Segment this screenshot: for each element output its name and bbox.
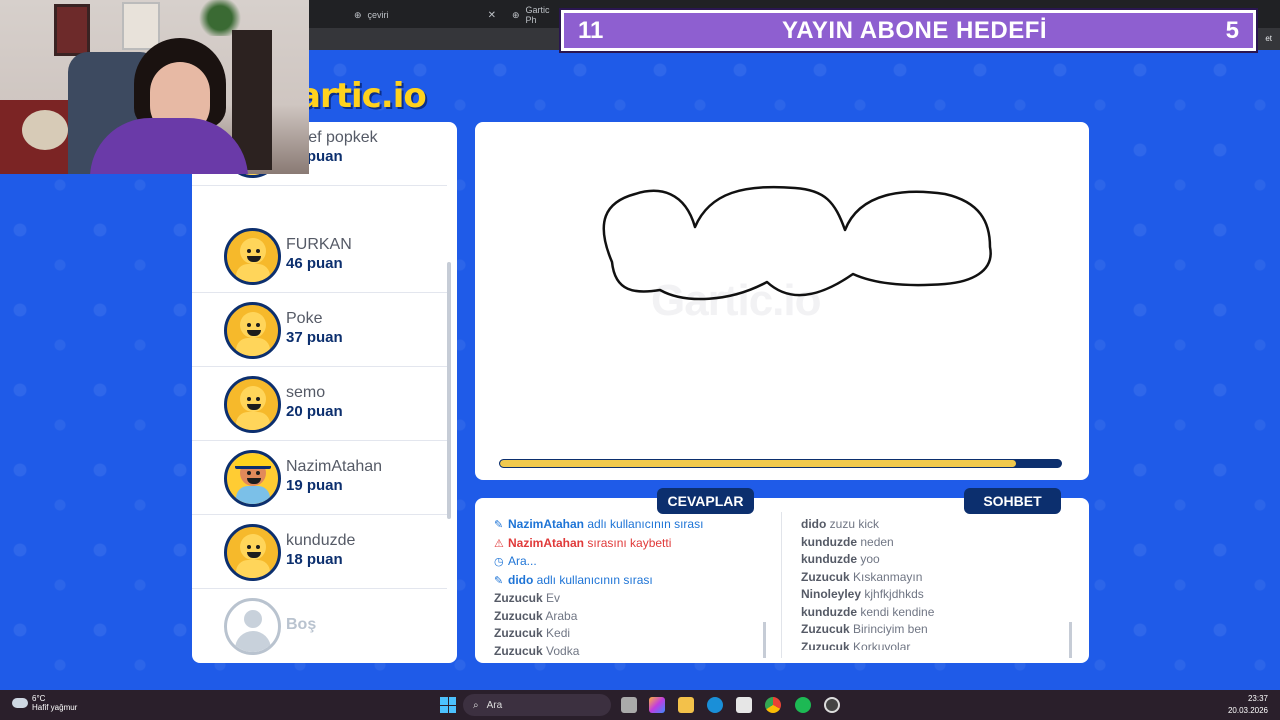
player-name: Boş bbox=[286, 616, 317, 633]
store-icon[interactable] bbox=[736, 697, 752, 713]
player-list-scrollbar[interactable] bbox=[447, 262, 451, 519]
player-name: kunduzde bbox=[286, 532, 356, 549]
list-item: dido zuzu kick bbox=[801, 517, 880, 531]
list-item: kunduzde neden bbox=[801, 534, 894, 549]
avatar bbox=[224, 450, 281, 507]
list-item: ⚠ NazimAtahan sırasını kaybetti bbox=[494, 535, 764, 554]
taskbar-search[interactable]: ⌕ Ara bbox=[463, 694, 611, 716]
avatar bbox=[224, 302, 281, 359]
player-row: FURKAN 46 puan bbox=[192, 219, 447, 293]
pencil-icon: ✎ bbox=[494, 574, 504, 587]
search-placeholder: Ara bbox=[486, 699, 503, 711]
answers-scrollbar[interactable] bbox=[763, 622, 766, 658]
clock-date: 20.03.2026 bbox=[1227, 706, 1268, 715]
windows-start-icon[interactable] bbox=[440, 697, 456, 713]
player-name: FURKAN bbox=[286, 236, 352, 253]
goal-target: 5 bbox=[1225, 16, 1239, 44]
toolbar-text: et bbox=[1265, 34, 1272, 43]
cloud-drawing bbox=[602, 185, 992, 301]
list-item: Ninoleyley kjhfkjdhkds bbox=[801, 587, 924, 601]
goal-title: YAYIN ABONE HEDEFİ bbox=[781, 16, 1048, 44]
warning-icon: ⚠ bbox=[494, 537, 504, 550]
player-name: Poke bbox=[286, 310, 323, 327]
list-item: Zuzucuk Kedi bbox=[494, 626, 571, 640]
goal-current: 11 bbox=[578, 16, 604, 44]
list-item: kunduzde kendi kendine bbox=[801, 604, 935, 619]
search-icon: ⌕ bbox=[473, 699, 479, 711]
player-row: semo 20 puan bbox=[192, 367, 447, 441]
gartic-logo: artic.io bbox=[298, 76, 427, 116]
player-row: kunduzde 18 puan bbox=[192, 515, 447, 589]
empty-avatar-icon bbox=[224, 598, 281, 655]
drawing-canvas[interactable]: Gartic.io bbox=[475, 122, 1089, 480]
list-item: Zuzucuk Vodka bbox=[494, 643, 580, 658]
system-clock[interactable]: 23:37 20.03.2026 bbox=[1228, 693, 1268, 717]
timer-progress-fill bbox=[500, 460, 1017, 467]
file-explorer-icon[interactable] bbox=[678, 697, 694, 713]
chat-list: dido zuzu kick kunduzde neden kunduzde y… bbox=[801, 506, 1071, 650]
player-row: Poke 37 puan bbox=[192, 293, 447, 367]
player-score: 18 puan bbox=[286, 551, 343, 568]
clock-time: 23:37 bbox=[1247, 694, 1268, 703]
list-item: ✎ dido adlı kullanıcının sırası bbox=[494, 572, 764, 591]
chrome-icon[interactable] bbox=[765, 697, 781, 713]
list-item: ◷ Ara... bbox=[494, 553, 764, 572]
close-tab-icon[interactable]: ✕ bbox=[488, 10, 496, 21]
list-item: ✎ NazimAtahan adlı kullanıcının sırası bbox=[494, 516, 764, 535]
taskbar: 6°C Hafif yağmur ⌕ Ara 23:37 20.03.2026 bbox=[0, 690, 1280, 720]
browser-tab-translate[interactable]: ⊕ çeviri ✕ bbox=[346, 4, 502, 26]
player-score: 46 puan bbox=[286, 255, 343, 272]
list-item: Zuzucuk Araba bbox=[494, 608, 578, 623]
player-score: 37 puan bbox=[286, 329, 343, 346]
weather-temp: 6°C bbox=[32, 694, 46, 703]
list-item: kunduzde yoo bbox=[801, 552, 880, 566]
obs-icon[interactable] bbox=[824, 697, 840, 713]
list-item: Zuzucuk Birinciyim ben bbox=[801, 622, 928, 636]
globe-icon: ⊕ bbox=[512, 9, 520, 20]
chat-scrollbar[interactable] bbox=[1069, 622, 1072, 658]
avatar bbox=[224, 524, 281, 581]
player-score: 19 puan bbox=[286, 477, 343, 494]
player-row-empty[interactable]: Boş bbox=[192, 589, 447, 663]
weather-widget[interactable]: 6°C Hafif yağmur bbox=[12, 694, 77, 712]
pencil-icon: ✎ bbox=[494, 519, 504, 531]
timer-progress-bar bbox=[499, 459, 1062, 468]
clock-icon: ◷ bbox=[494, 556, 504, 568]
cloud-icon bbox=[12, 698, 28, 708]
list-item: Zuzucuk Korkuyolar bbox=[801, 639, 911, 651]
list-item: Zuzucuk Ev bbox=[494, 591, 561, 605]
copilot-icon[interactable] bbox=[649, 697, 665, 713]
tab-label: çeviri bbox=[367, 10, 389, 20]
tab-answers[interactable]: CEVAPLAR bbox=[657, 488, 754, 514]
answers-chat-panel: CEVAPLAR SOHBET ✎ NazimAtahan adlı kullan… bbox=[475, 488, 1089, 663]
player-list: eşref popkek 48 puan FURKAN 46 puan Poke… bbox=[192, 122, 457, 663]
webcam-overlay bbox=[0, 0, 309, 174]
weather-desc: Hafif yağmur bbox=[32, 703, 78, 712]
list-item: Zuzucuk Kıskanmayın bbox=[801, 569, 923, 584]
answers-list: ✎ NazimAtahan adlı kullanıcının sırası ⚠ N… bbox=[494, 516, 764, 660]
player-score: 20 puan bbox=[286, 403, 343, 420]
player-name: semo bbox=[286, 384, 326, 401]
player-row: NazimAtahan 19 puan bbox=[192, 441, 447, 515]
divider bbox=[781, 512, 782, 658]
browser-tab-gartic[interactable]: ⊕ Gartic Ph bbox=[504, 4, 564, 26]
subscriber-goal-banner: 11 YAYIN ABONE HEDEFİ 5 bbox=[561, 10, 1256, 51]
player-name: NazimAtahan bbox=[286, 458, 383, 475]
tab-label: Gartic Ph bbox=[525, 5, 550, 25]
spotify-icon[interactable] bbox=[795, 697, 811, 713]
avatar bbox=[224, 228, 281, 285]
avatar bbox=[224, 376, 281, 433]
globe-icon: ⊕ bbox=[354, 9, 362, 20]
task-view-icon[interactable] bbox=[621, 697, 637, 713]
edge-icon[interactable] bbox=[707, 697, 723, 713]
